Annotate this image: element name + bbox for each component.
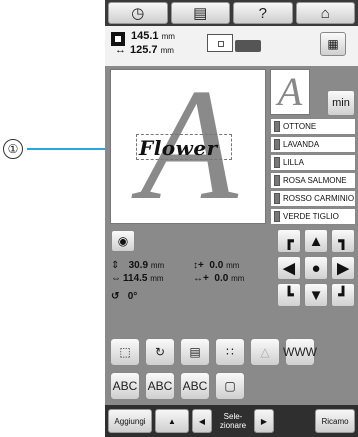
pattern-canvas[interactable]: A Flower [110,64,266,224]
swatch [274,121,280,132]
thread-color-button[interactable]: ▤ [180,338,210,366]
swatch [274,157,280,168]
color-row: VERDE TIGLIO [270,208,356,225]
readout-offset-x: ↔+ 0.0 mm [193,273,245,284]
document-icon: ▤ [193,5,208,22]
home-icon: ⌂ [320,4,330,22]
needle-position-button[interactable]: ◉ [111,230,135,252]
arrow-right-button[interactable]: ▶ [331,256,355,280]
edit-tools: ⬚ ↻ ▤ ∷ △ WWW ABC ABC ABC ▢ [110,338,356,406]
tool-row: ABC ABC ABC ▢ [110,372,356,400]
tool-row: ⬚ ↻ ▤ ∷ △ WWW [110,338,356,366]
position-readout: ⇕ 30.9 mm ⇔ 114.5 mm ↕+ 0.0 mm ↔+ 0.0 mm … [111,260,271,330]
resize-button[interactable]: ⬚ [110,338,140,366]
color-row: LAVANDA [270,136,356,153]
color-row: ROSA SALMONE [270,172,356,189]
vertical-offset-icon: ↕+ [193,260,204,271]
swatch [274,175,280,186]
embroidery-frame-icon [207,34,233,52]
arrow-down-button[interactable]: ▼ [304,283,328,307]
embroidery-button[interactable]: Ricamo [315,409,355,433]
width-arrow-icon: ↔ [115,44,126,56]
center-button[interactable]: ● [304,256,328,280]
swatch [274,139,280,150]
help-button[interactable]: ? [233,2,293,24]
array-button[interactable]: ABC [145,372,175,400]
spacing-button[interactable]: ABC [110,372,140,400]
select-label: Sele- zionare [219,412,247,430]
arrow-up-right-button[interactable]: ┓ [331,229,355,253]
screen: ① ◷ ▤ ? ⌂ 145.1 mm ↔ 125.7 mm ▦ A Flower … [0,0,358,437]
single-color-button[interactable]: ▢ [215,372,245,400]
arrow-up-left-button[interactable]: ┏ [277,229,301,253]
frame-view-icon: ▦ [327,37,339,51]
canvas-text: Flower [139,136,218,160]
color-row: ROSSO CARMINIO [270,190,356,207]
eraser-icon: ▲ [168,416,176,426]
arrow-up-button[interactable]: ▲ [304,229,328,253]
color-row: OTTONE [270,118,356,135]
mirror-button[interactable]: △ [250,338,280,366]
eraser-button[interactable]: ▲ [155,409,189,433]
callout-number: ① [3,139,23,159]
arrow-left-button[interactable]: ◀ [277,256,301,280]
pattern-height: 145.1 mm [131,30,175,42]
arrow-down-right-button[interactable]: ┛ [331,283,355,307]
color-row: LILLA [270,154,356,171]
rotation-icon: ↺ [111,291,120,302]
arrow-down-left-button[interactable]: ┗ [277,283,301,307]
select-next-button[interactable]: ▶ [254,409,274,433]
readout-height: ⇕ 30.9 mm [111,260,165,271]
view-button[interactable]: ▦ [320,32,346,56]
document-button[interactable]: ▤ [170,2,230,24]
pattern-preview: A [270,69,310,115]
move-arrows: ┏ ▲ ┓ ◀ ● ▶ ┗ ▼ ┛ [277,229,355,307]
rotate-button[interactable]: ↻ [145,338,175,366]
height-icon: ⇕ [111,260,120,271]
clock-icon: ◷ [131,5,145,22]
horizontal-offset-icon: ↔+ [193,273,209,284]
bottom-bar: Aggiungi ▲ ◀ Sele- zionare ▶ Ricamo [105,405,358,437]
border-button[interactable]: ∷ [215,338,245,366]
width-icon: ⇔ [111,273,121,284]
min-button[interactable]: min [327,90,355,116]
readout-width: ⇔ 114.5 mm [111,273,164,284]
swatch [274,193,280,204]
readout-rotation: ↺ 0° [111,291,138,302]
clock-button[interactable]: ◷ [108,2,168,24]
top-bar: ◷ ▤ ? ⌂ [105,0,358,26]
embroidery-unit-icon [235,40,261,52]
thread-color-list: OTTONE LAVANDA LILLA ROSA SALMONE ROSSO … [270,118,356,226]
add-button[interactable]: Aggiungi [108,409,152,433]
select-prev-button[interactable]: ◀ [192,409,212,433]
machine-panel: ◷ ▤ ? ⌂ 145.1 mm ↔ 125.7 mm ▦ A Flower A … [105,0,358,437]
pin-icon: ◉ [117,234,129,248]
readout-offset-y: ↕+ 0.0 mm [193,260,240,271]
home-button[interactable]: ⌂ [295,2,355,24]
density-button[interactable]: WWW [283,338,317,366]
swatch [274,211,280,222]
character-spacing-button[interactable]: ABC [180,372,210,400]
